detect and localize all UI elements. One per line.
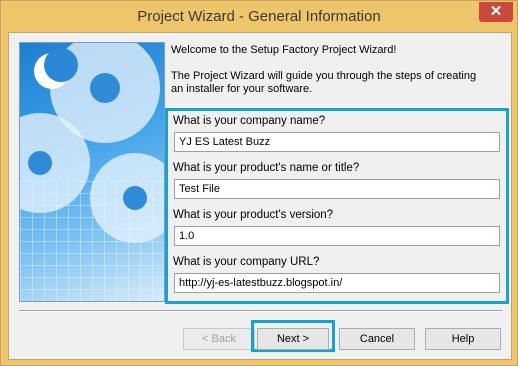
wizard-description: The Project Wizard will guide you throug… <box>171 70 477 95</box>
product-name-field[interactable]: Test File <box>174 179 500 199</box>
wizard-banner-image <box>19 42 165 302</box>
back-button[interactable]: < Back <box>183 328 255 350</box>
button-separator <box>19 310 502 312</box>
welcome-text: Welcome to the Setup Factory Project Wiz… <box>171 44 397 56</box>
window-title: Project Wizard - General Information <box>137 8 381 25</box>
company-url-field[interactable]: http://yj-es-latestbuzz.blogspot.in/ <box>174 273 500 293</box>
general-info-fields: What is your company name? YJ ES Latest … <box>165 108 509 304</box>
product-version-field[interactable]: 1.0 <box>174 226 500 246</box>
wizard-window: Project Wizard - General Information ✕ W… <box>0 0 518 366</box>
moon-shadow <box>44 48 78 82</box>
wizard-client-area: Welcome to the Setup Factory Project Wiz… <box>8 32 512 360</box>
product-version-label: What is your product's version? <box>173 209 334 221</box>
company-name-field[interactable]: YJ ES Latest Buzz <box>174 132 500 152</box>
title-bar[interactable]: Project Wizard - General Information ✕ <box>1 1 517 32</box>
product-name-label: What is your product's name or title? <box>173 162 360 174</box>
company-name-label: What is your company name? <box>173 115 326 127</box>
close-button[interactable]: ✕ <box>479 2 513 22</box>
company-url-label: What is your company URL? <box>173 256 320 268</box>
gear-hole <box>123 186 147 210</box>
gear-hole <box>28 151 52 175</box>
gear-hole <box>90 73 120 103</box>
cancel-button[interactable]: Cancel <box>339 328 415 350</box>
next-button[interactable]: Next > <box>257 328 329 350</box>
help-button[interactable]: Help <box>425 328 501 350</box>
